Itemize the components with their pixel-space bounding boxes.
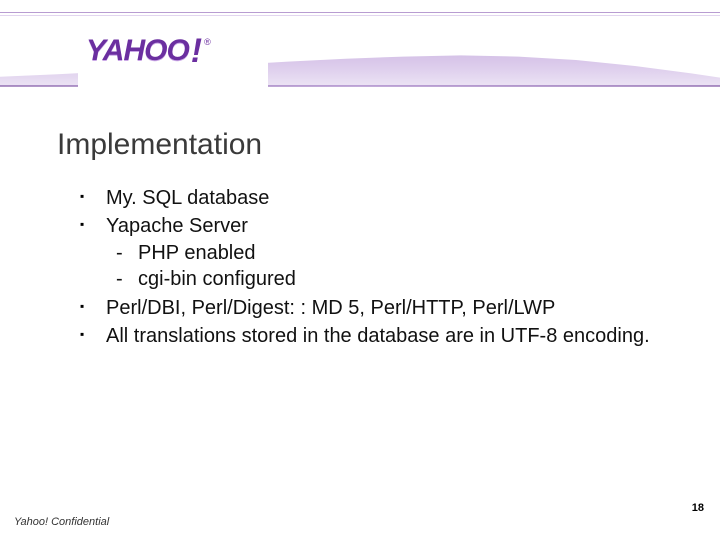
bullet-text: My. SQL database [106, 187, 269, 209]
decorative-rule [0, 15, 720, 16]
logo-trademark: ® [204, 38, 210, 47]
bullet-text: Perl/DBI, Perl/Digest: : MD 5, Perl/HTTP… [106, 297, 555, 319]
list-item: Perl/DBI, Perl/Digest: : MD 5, Perl/HTTP… [80, 295, 660, 321]
logo-bang: ! [191, 34, 201, 68]
list-item: cgi-bin configured [116, 266, 660, 292]
list-item: Yapache Server PHP enabled cgi-bin confi… [80, 213, 660, 292]
bullet-text: cgi-bin configured [138, 268, 296, 290]
logo: YAHOO ! ® [78, 30, 268, 90]
yahoo-logo-icon: YAHOO ! ® [86, 36, 210, 70]
sub-list: PHP enabled cgi-bin configured [116, 240, 660, 293]
bullet-text: All translations stored in the database … [106, 325, 650, 347]
bullet-text: PHP enabled [138, 242, 256, 264]
decorative-rule [0, 12, 720, 13]
slide: YAHOO ! ® Implementation My. SQL databas… [0, 0, 720, 540]
bullet-list: My. SQL database Yapache Server PHP enab… [80, 185, 660, 349]
page-number: 18 [692, 502, 704, 514]
list-item: PHP enabled [116, 240, 660, 266]
slide-body: My. SQL database Yapache Server PHP enab… [80, 185, 660, 351]
logo-text: YAHOO [86, 36, 189, 66]
slide-title: Implementation [57, 128, 262, 162]
bullet-text: Yapache Server [106, 215, 248, 237]
list-item: All translations stored in the database … [80, 323, 660, 349]
footer-label: Yahoo! Confidential [14, 516, 109, 528]
list-item: My. SQL database [80, 185, 660, 211]
